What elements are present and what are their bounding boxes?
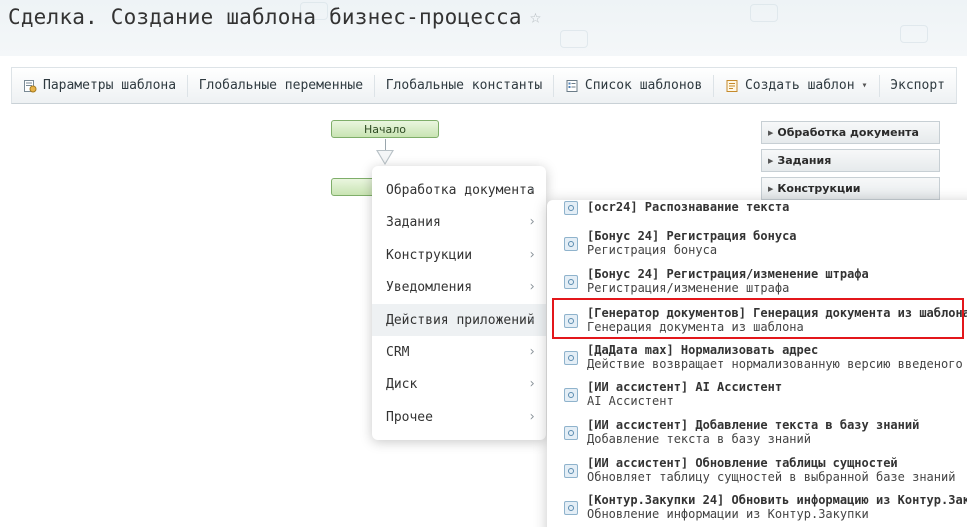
activity-icon bbox=[564, 314, 578, 328]
activity-icon bbox=[564, 388, 578, 402]
star-icon[interactable]: ☆ bbox=[530, 7, 542, 27]
action-item-ai-assistant[interactable]: [ИИ ассистент] AI Ассистент AI Ассистент bbox=[547, 379, 967, 417]
header-band: Сделка. Создание шаблона бизнес-процесса… bbox=[0, 0, 967, 56]
activity-icon bbox=[564, 351, 578, 365]
action-desc: Обновляет таблицу сущностей в выбранной … bbox=[587, 470, 956, 484]
action-title: [ИИ ассистент] Добавление текста в базу … bbox=[587, 418, 920, 432]
menu-item-label: Обработка документа bbox=[386, 182, 535, 198]
create-template-label: Создать шаблон bbox=[744, 78, 855, 93]
action-desc: Генерация документа из шаблона bbox=[587, 320, 804, 334]
chevron-right-icon: ▶ bbox=[768, 184, 774, 193]
activity-menu: Обработка документа › Задания › Конструк… bbox=[372, 166, 546, 440]
template-list-label: Список шаблонов bbox=[584, 78, 703, 93]
chevron-right-icon: › bbox=[528, 409, 536, 425]
global-constants-label: Глобальные константы bbox=[385, 78, 543, 93]
chevron-down-icon: ▾ bbox=[861, 80, 868, 91]
chevron-right-icon: › bbox=[528, 214, 536, 230]
decor bbox=[750, 4, 778, 22]
decor bbox=[900, 25, 928, 43]
menu-item-document-processing[interactable]: Обработка документа › bbox=[372, 174, 546, 206]
menu-item-label: CRM bbox=[386, 344, 410, 360]
palette-item-tasks[interactable]: ▶ Задания bbox=[761, 149, 940, 172]
create-template-button[interactable]: Создать шаблон ▾ bbox=[714, 68, 879, 103]
start-node-label: Начало bbox=[363, 122, 406, 136]
action-desc: Регистрация бонуса bbox=[587, 243, 718, 257]
app-actions-submenu: [ocr24] Распознавание текста [Бонус 24] … bbox=[547, 200, 967, 527]
chevron-right-icon: ▶ bbox=[768, 156, 774, 165]
activity-icon bbox=[564, 201, 578, 215]
palette-item-label: Обработка документа bbox=[777, 126, 919, 139]
template-params-label: Параметры шаблона bbox=[43, 78, 177, 93]
toolbar: Параметры шаблона Глобальные переменные … bbox=[11, 67, 957, 104]
menu-item-label: Уведомления bbox=[386, 279, 473, 295]
chevron-right-icon: › bbox=[528, 182, 536, 198]
chevron-right-icon: › bbox=[528, 344, 536, 360]
global-variables-button[interactable]: Глобальные переменные bbox=[188, 68, 374, 103]
action-desc: Добавление текста в базу знаний bbox=[587, 432, 811, 446]
action-title: [Контур.Закупки 24] Обновить информацию … bbox=[587, 493, 967, 507]
menu-item-label: Конструкции bbox=[386, 247, 473, 263]
action-desc: Действие возвращает нормализованную верс… bbox=[587, 357, 967, 371]
menu-item-label: Задания bbox=[386, 214, 441, 230]
export-button[interactable]: Экспорт bbox=[879, 68, 956, 103]
menu-item-app-actions[interactable]: Действия приложений › bbox=[372, 304, 546, 336]
activity-icon bbox=[564, 464, 578, 478]
action-title: [ocr24] Распознавание текста bbox=[587, 200, 790, 214]
menu-item-label: Диск bbox=[386, 376, 418, 392]
chevron-right-icon: › bbox=[528, 279, 536, 295]
menu-item-other[interactable]: Прочее › bbox=[372, 401, 546, 433]
action-item-ai-update-table[interactable]: [ИИ ассистент] Обновление таблицы сущнос… bbox=[547, 455, 967, 493]
action-desc: Обновление информации из Контур.Закупки bbox=[587, 507, 869, 521]
action-title: [ДаДата max] Нормализовать адрес bbox=[587, 343, 819, 357]
palette-item-constructs[interactable]: ▶ Конструкции bbox=[761, 177, 940, 200]
start-node[interactable]: Начало bbox=[331, 120, 439, 138]
page-title: Сделка. Создание шаблона бизнес-процесса… bbox=[8, 5, 541, 29]
action-item-bonus-penalty[interactable]: [Бонус 24] Регистрация/изменение штрафа … bbox=[547, 266, 967, 304]
action-item-doc-generator[interactable]: [Генератор документов] Генерация докумен… bbox=[547, 304, 967, 342]
new-doc-icon bbox=[725, 79, 739, 93]
action-title: [Бонус 24] Регистрация/изменение штрафа bbox=[587, 267, 869, 281]
activity-icon bbox=[564, 501, 578, 515]
activity-icon bbox=[564, 275, 578, 289]
menu-item-tasks[interactable]: Задания › bbox=[372, 206, 546, 238]
chevron-right-icon: ▶ bbox=[768, 128, 774, 137]
chevron-right-icon: › bbox=[528, 247, 536, 263]
menu-item-disk[interactable]: Диск › bbox=[372, 368, 546, 400]
action-item-kontur[interactable]: [Контур.Закупки 24] Обновить информацию … bbox=[547, 492, 967, 527]
palette-item-label: Задания bbox=[777, 154, 832, 167]
menu-item-label: Прочее bbox=[386, 409, 433, 425]
action-title: [ИИ ассистент] AI Ассистент bbox=[587, 380, 783, 394]
menu-item-label: Действия приложений bbox=[386, 312, 535, 328]
palette-item-document[interactable]: ▶ Обработка документа bbox=[761, 121, 940, 144]
menu-item-constructs[interactable]: Конструкции › bbox=[372, 239, 546, 271]
drop-arrow-icon[interactable] bbox=[376, 150, 394, 165]
menu-item-crm[interactable]: CRM › bbox=[372, 336, 546, 368]
template-list-button[interactable]: Список шаблонов bbox=[554, 68, 713, 103]
decor bbox=[560, 30, 588, 48]
action-item-dadata[interactable]: [ДаДата max] Нормализовать адрес Действи… bbox=[547, 342, 967, 380]
action-title: [ИИ ассистент] Обновление таблицы сущнос… bbox=[587, 456, 898, 470]
action-item-bonus-register[interactable]: [Бонус 24] Регистрация бонуса Регистраци… bbox=[547, 228, 967, 266]
page-title-text: Сделка. Создание шаблона бизнес-процесса bbox=[8, 5, 522, 29]
action-item-ai-add-text[interactable]: [ИИ ассистент] Добавление текста в базу … bbox=[547, 417, 967, 455]
action-title: [Бонус 24] Регистрация бонуса bbox=[587, 229, 797, 243]
list-doc-icon bbox=[565, 79, 579, 93]
activity-icon bbox=[564, 426, 578, 440]
action-item-ocr24[interactable]: [ocr24] Распознавание текста bbox=[547, 200, 967, 230]
global-variables-label: Глобальные переменные bbox=[198, 78, 364, 93]
export-label: Экспорт bbox=[890, 78, 945, 93]
action-desc: Регистрация/изменение штрафа bbox=[587, 281, 790, 295]
action-desc: AI Ассистент bbox=[587, 394, 674, 408]
global-constants-button[interactable]: Глобальные константы bbox=[375, 68, 554, 103]
template-params-button[interactable]: Параметры шаблона bbox=[12, 68, 187, 103]
settings-doc-icon bbox=[23, 79, 37, 93]
chevron-right-icon: › bbox=[528, 312, 536, 328]
menu-item-notifications[interactable]: Уведомления › bbox=[372, 271, 546, 303]
activity-icon bbox=[564, 237, 578, 251]
action-title: [Генератор документов] Генерация докумен… bbox=[587, 306, 967, 320]
palette-item-label: Конструкции bbox=[777, 182, 861, 195]
chevron-right-icon: › bbox=[528, 376, 536, 392]
